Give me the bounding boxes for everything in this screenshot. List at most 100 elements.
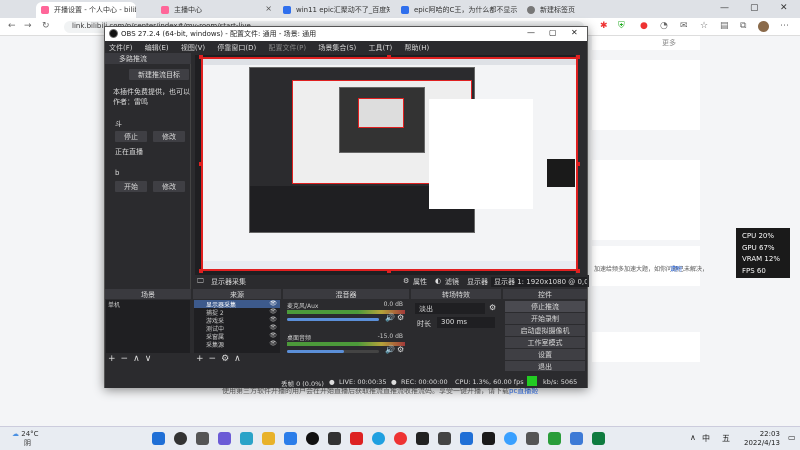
transition-select[interactable]: 淡出 — [415, 303, 485, 314]
store-icon[interactable] — [284, 432, 297, 445]
resize-handle[interactable] — [199, 269, 203, 273]
preview-screen-capture[interactable] — [201, 57, 578, 271]
remove-icon[interactable]: − — [209, 354, 222, 364]
resize-handle[interactable] — [576, 162, 580, 166]
avatar[interactable] — [758, 21, 769, 32]
resize-handle[interactable] — [387, 55, 391, 59]
menu-profile[interactable]: 配置文件(P) — [268, 44, 306, 52]
source-item[interactable]: 游戏采 👁 — [194, 316, 280, 325]
source-item[interactable]: 采集源 👁 — [194, 340, 280, 349]
favorites-icon[interactable]: ☆ — [700, 21, 708, 31]
close-icon[interactable]: ✕ — [571, 28, 578, 37]
display-select[interactable]: 显示器 1: 1920x1080 @ 0,0 (主显示器) — [491, 277, 587, 287]
advice-link[interactable]: 请附 — [670, 264, 682, 273]
minimize-icon[interactable]: — — [527, 28, 535, 37]
start-menu-icon[interactable] — [152, 432, 165, 445]
add-icon[interactable]: + — [196, 354, 209, 364]
gear-icon[interactable]: ⚙ — [403, 277, 409, 285]
back-icon[interactable]: ← — [8, 21, 16, 31]
modify-target-button[interactable]: 修改 — [153, 181, 185, 192]
extension-icon[interactable]: ● — [640, 21, 648, 31]
volume-slider[interactable] — [287, 318, 379, 321]
app-icon[interactable] — [592, 432, 605, 445]
filters-button[interactable]: 滤镜 — [445, 277, 459, 287]
remove-icon[interactable]: − — [121, 354, 134, 364]
app-icon[interactable] — [350, 432, 363, 445]
exit-button[interactable]: 退出 — [505, 361, 585, 371]
notification-icon[interactable]: ▭ — [788, 433, 796, 442]
maximize-icon[interactable]: ▢ — [750, 3, 759, 13]
source-item[interactable]: 采窗属 👁 — [194, 332, 280, 341]
menu-edit[interactable]: 编辑(E) — [145, 44, 169, 52]
app-icon[interactable] — [482, 432, 495, 445]
browser-tab-3[interactable]: epic阿哈的C王，为什么都不显示 — [396, 2, 518, 18]
gear-icon[interactable]: ⚙ — [221, 354, 234, 364]
speaker-icon[interactable]: 🔊 — [385, 345, 395, 354]
eye-icon[interactable]: 👁 — [269, 300, 277, 307]
settings-button[interactable]: 设置 — [505, 349, 585, 360]
system-clock[interactable]: 22:03 2022/4/13 — [744, 430, 780, 448]
more-link[interactable]: 更多 — [662, 38, 676, 48]
resize-handle[interactable] — [576, 55, 580, 59]
filter-icon[interactable]: ◐ — [435, 277, 441, 285]
resize-handle[interactable] — [576, 269, 580, 273]
app-icon[interactable] — [328, 432, 341, 445]
stop-streaming-button[interactable]: 停止推流 — [505, 301, 585, 312]
app-icon[interactable] — [394, 432, 407, 445]
extension-icon[interactable]: ✉ — [680, 21, 688, 31]
up-icon[interactable]: ∧ — [234, 354, 246, 364]
app-icon[interactable] — [372, 432, 385, 445]
gear-icon[interactable]: ⚙ — [489, 303, 496, 312]
task-view-icon[interactable] — [196, 432, 209, 445]
resize-handle[interactable] — [199, 55, 203, 59]
menu-help[interactable]: 帮助(H) — [405, 44, 430, 52]
studio-mode-button[interactable]: 工作室模式 — [505, 337, 585, 348]
browser-tab-1[interactable]: 主播中心 × — [156, 2, 276, 18]
extension-icon[interactable]: ⧉ — [740, 21, 746, 31]
shield-icon[interactable]: ⛨ — [618, 21, 625, 31]
dock-tab-multi-stream[interactable]: 多路推流 — [105, 53, 191, 64]
browser-tab-0[interactable]: 开播设置 - 个人中心 - bilibili link — [36, 2, 136, 18]
duration-input[interactable]: 300 ms — [437, 317, 495, 328]
app-icon[interactable] — [504, 432, 517, 445]
ime-indicator[interactable]: 中 — [702, 433, 710, 444]
menu-view[interactable]: 视图(V) — [181, 44, 205, 52]
file-explorer-icon[interactable] — [262, 432, 275, 445]
obs-taskbar-icon[interactable] — [306, 432, 319, 445]
minimize-icon[interactable]: — — [720, 3, 729, 13]
eye-icon[interactable]: 👁 — [269, 332, 277, 339]
source-item[interactable]: 捕捉 2 👁 — [194, 308, 280, 317]
close-icon[interactable]: × — [265, 4, 272, 13]
eye-icon[interactable]: 👁 — [269, 324, 277, 331]
eye-icon[interactable]: 👁 — [269, 308, 277, 315]
extension-icon[interactable]: ◔ — [660, 21, 668, 31]
more-icon[interactable]: ⋯ — [780, 21, 789, 31]
volume-slider[interactable] — [287, 350, 379, 353]
start-virtual-camera-button[interactable]: 启动虚拟摄像机 — [505, 325, 585, 336]
widgets-icon[interactable] — [218, 432, 231, 445]
weather-widget[interactable]: ☁ 24°C 阴 — [12, 430, 39, 448]
properties-button[interactable]: 属性 — [413, 277, 427, 287]
ime-mode[interactable]: 五 — [722, 433, 730, 444]
scene-item[interactable]: 单机 — [106, 300, 190, 309]
app-icon[interactable] — [416, 432, 429, 445]
search-icon[interactable] — [174, 432, 187, 445]
resize-handle[interactable] — [387, 269, 391, 273]
menu-file[interactable]: 文件(F) — [109, 44, 133, 52]
start-recording-button[interactable]: 开始录制 — [505, 313, 585, 324]
eye-icon[interactable]: 👁 — [269, 316, 277, 323]
menu-docks[interactable]: 停靠窗口(D) — [217, 44, 256, 52]
extension-icon[interactable]: ✱ — [600, 21, 608, 31]
menu-tools[interactable]: 工具(T) — [369, 44, 393, 52]
app-icon[interactable] — [460, 432, 473, 445]
speaker-icon[interactable]: 🔊 — [385, 313, 395, 322]
source-item[interactable]: 显示器采集 👁 — [194, 300, 280, 309]
close-icon[interactable]: ✕ — [780, 3, 788, 13]
forward-icon[interactable]: → — [24, 21, 32, 31]
maximize-icon[interactable]: ▢ — [549, 28, 557, 37]
start-target-button[interactable]: 开始 — [115, 181, 147, 192]
menu-scene-collection[interactable]: 场景集合(S) — [318, 44, 356, 52]
eye-icon[interactable]: 👁 — [269, 340, 277, 347]
gear-icon[interactable]: ⚙ — [397, 313, 404, 322]
reload-icon[interactable]: ↻ — [42, 21, 50, 31]
